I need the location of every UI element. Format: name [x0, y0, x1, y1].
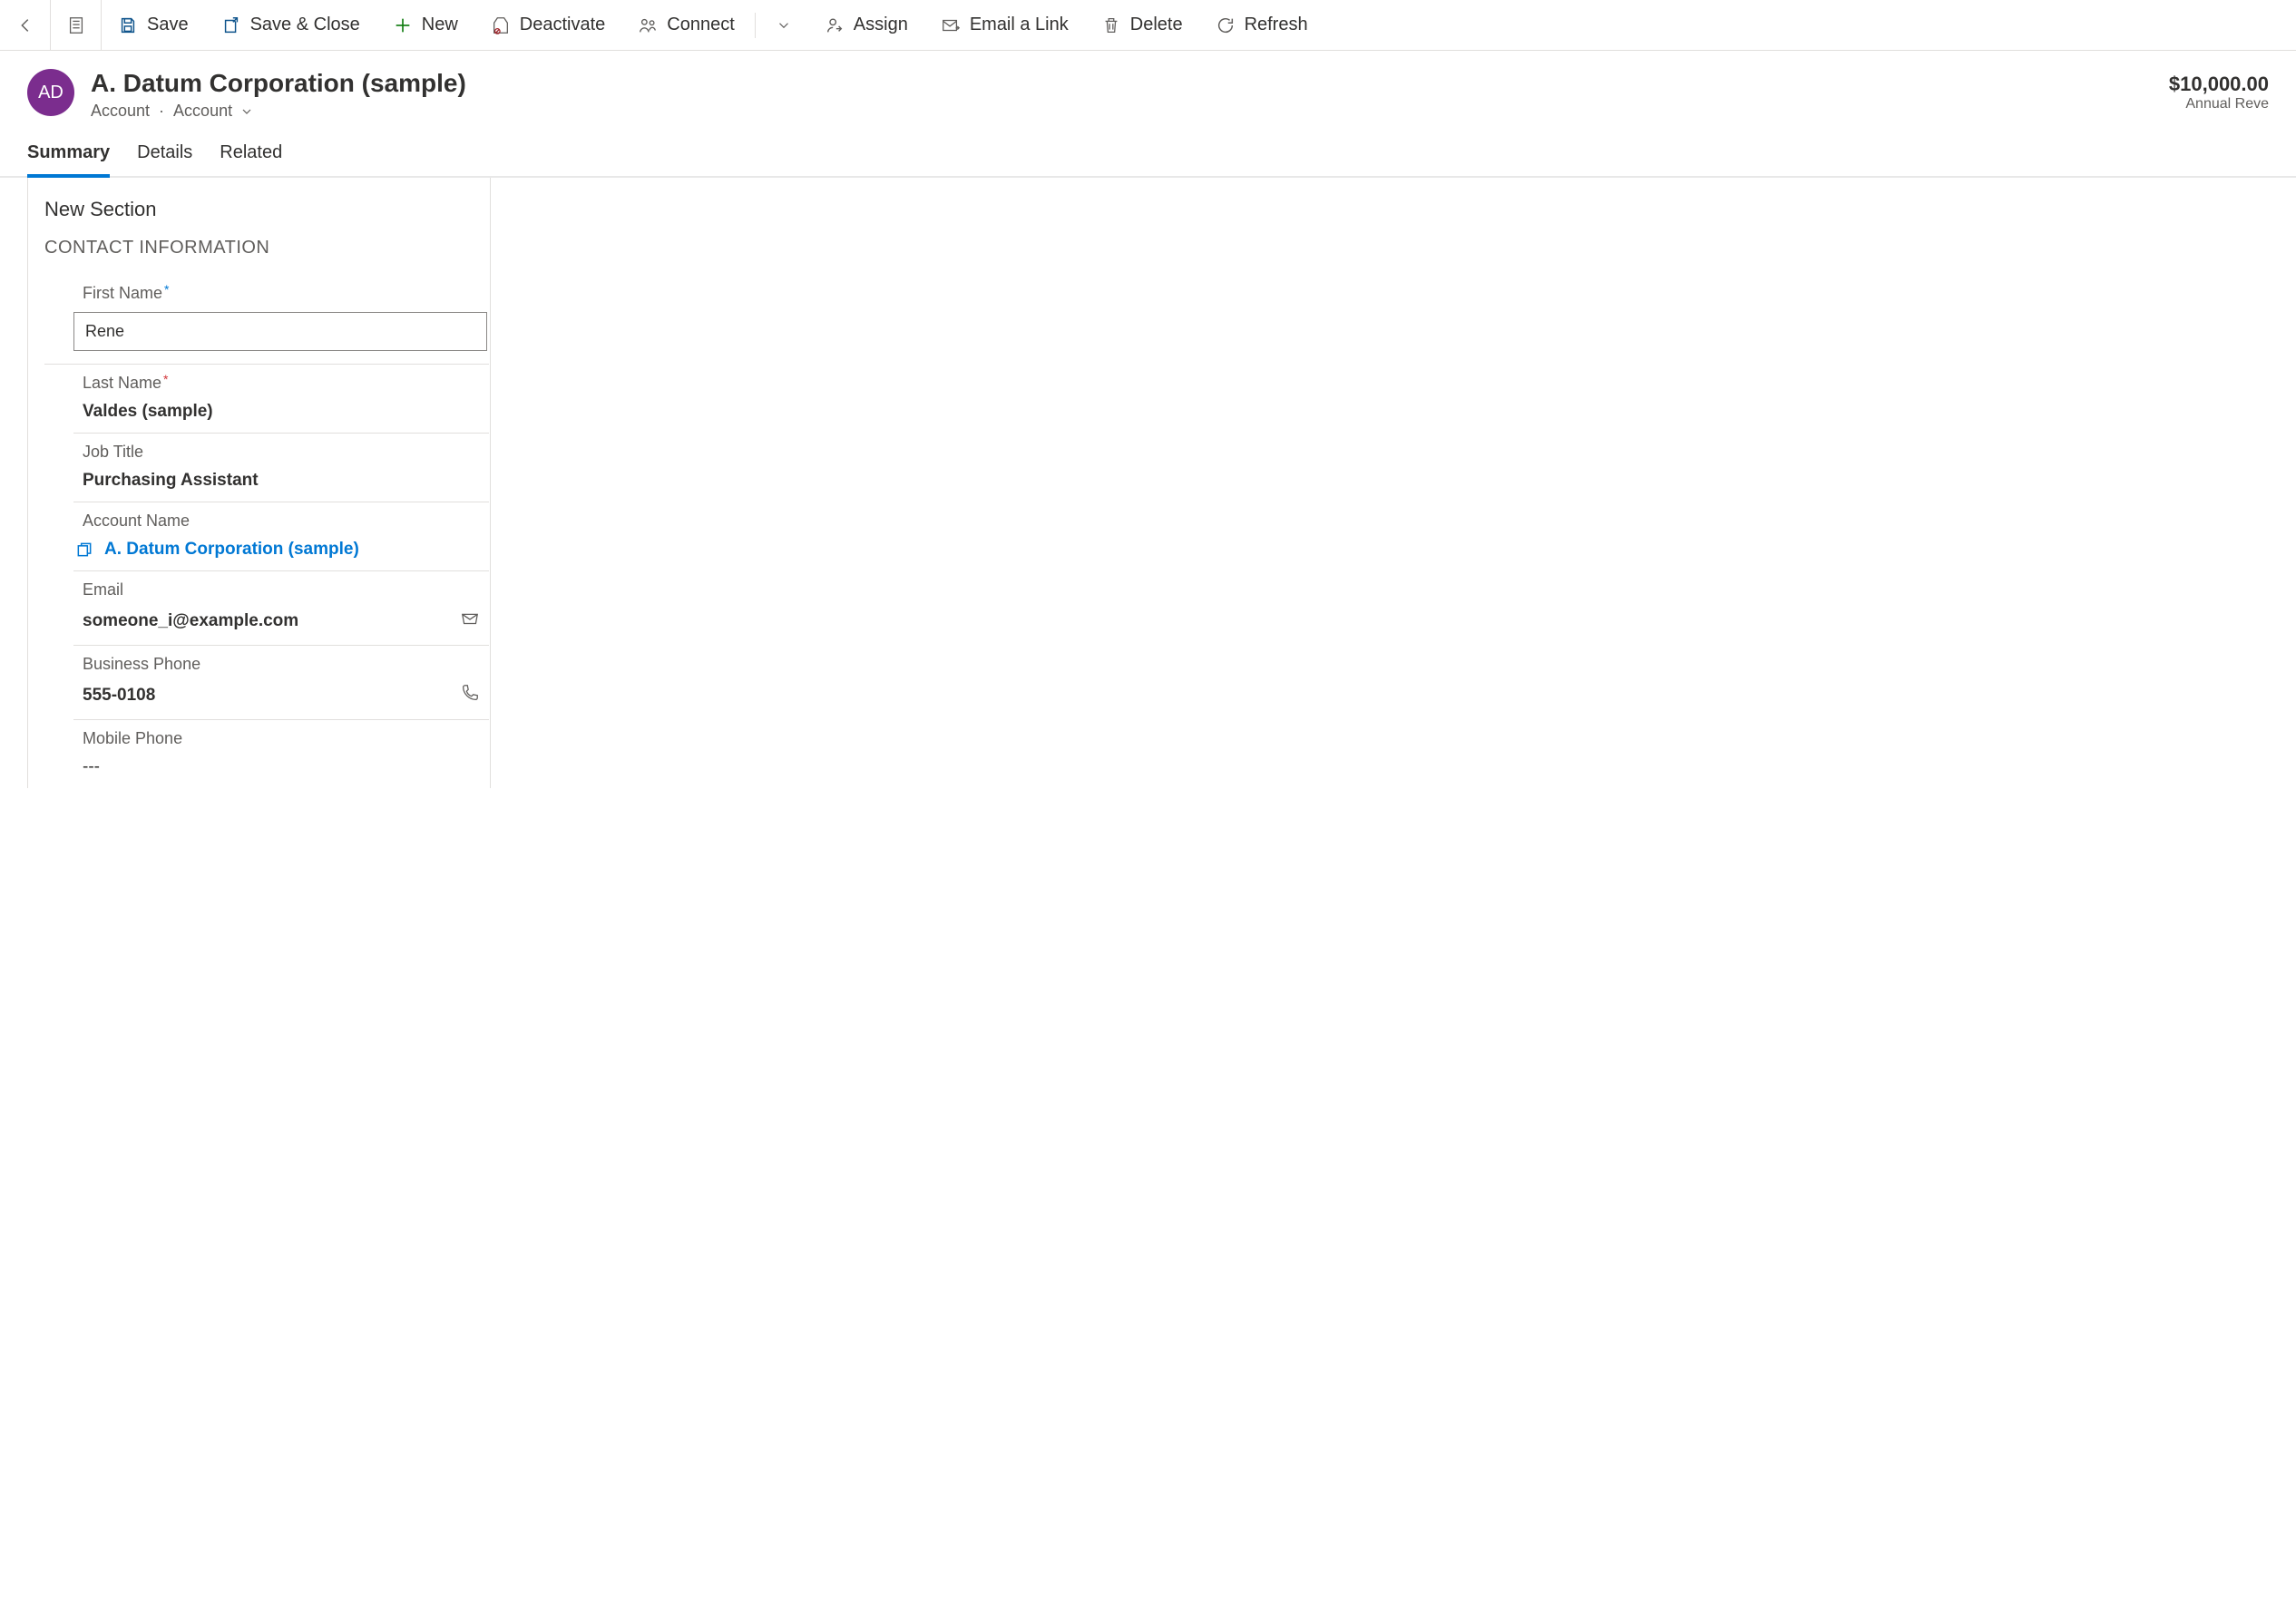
new-button[interactable]: New: [376, 0, 474, 51]
form-selector[interactable]: Account: [173, 102, 254, 121]
save-close-icon: [221, 15, 241, 35]
email-link-label: Email a Link: [970, 15, 1069, 35]
field-job-title[interactable]: Job Title Purchasing Assistant: [73, 434, 489, 502]
last-name-label: Last Name: [83, 374, 161, 393]
metric-value: $10,000.00: [2169, 73, 2269, 96]
deactivate-label: Deactivate: [520, 15, 606, 35]
business-phone-value: 555-0108: [83, 686, 155, 706]
delete-label: Delete: [1130, 15, 1183, 35]
job-title-value: Purchasing Assistant: [83, 471, 259, 491]
new-label: New: [422, 15, 458, 35]
assign-label: Assign: [854, 15, 908, 35]
quick-view-panel: New Section CONTACT INFORMATION First Na…: [28, 178, 491, 788]
delete-button[interactable]: Delete: [1085, 0, 1199, 51]
breadcrumb: Account · Account: [91, 102, 466, 121]
tab-related[interactable]: Related: [220, 142, 282, 176]
email-icon: [941, 15, 961, 35]
required-indicator: *: [163, 372, 168, 386]
account-name-label: Account Name: [83, 512, 190, 531]
save-close-button[interactable]: Save & Close: [205, 0, 376, 51]
mobile-phone-value: ---: [83, 757, 100, 777]
record-header: AD A. Datum Corporation (sample) Account…: [0, 51, 2296, 126]
tab-summary[interactable]: Summary: [27, 142, 110, 176]
job-title-label: Job Title: [83, 443, 143, 462]
save-icon: [118, 15, 138, 35]
connect-dropdown[interactable]: [759, 0, 808, 51]
refresh-label: Refresh: [1245, 15, 1308, 35]
form-icon: [66, 15, 86, 35]
deactivate-icon: [491, 15, 511, 35]
email-value: someone_i@example.com: [83, 611, 298, 631]
first-name-label: First Name: [83, 284, 162, 303]
chevron-down-icon: [776, 17, 792, 34]
recommended-indicator: *: [164, 282, 169, 297]
phone-icon: [460, 683, 480, 703]
field-last-name[interactable]: Last Name * Valdes (sample): [73, 365, 489, 434]
header-titles: A. Datum Corporation (sample) Account · …: [91, 69, 466, 121]
account-icon: [75, 541, 93, 559]
field-email[interactable]: Email someone_i@example.com: [73, 571, 489, 646]
envelope-icon: [460, 609, 480, 629]
last-name-value: Valdes (sample): [83, 402, 213, 422]
account-name-link[interactable]: A. Datum Corporation (sample): [73, 540, 489, 560]
plus-icon: [393, 15, 413, 35]
toolbar-separator: [755, 13, 756, 38]
field-business-phone[interactable]: Business Phone 555-0108: [73, 646, 489, 720]
connect-button[interactable]: Connect: [621, 0, 751, 51]
email-link-button[interactable]: Email a Link: [924, 0, 1085, 51]
business-phone-label: Business Phone: [83, 655, 200, 674]
tabs: Summary Details Related: [0, 126, 2296, 178]
mobile-phone-label: Mobile Phone: [83, 729, 182, 748]
subsection-title: CONTACT INFORMATION: [44, 238, 490, 258]
command-bar: Save Save & Close New Deactivate Connect…: [0, 0, 2296, 51]
deactivate-button[interactable]: Deactivate: [474, 0, 622, 51]
delete-icon: [1101, 15, 1121, 35]
content: New Section CONTACT INFORMATION First Na…: [27, 178, 2296, 788]
save-close-label: Save & Close: [250, 15, 360, 35]
back-arrow-icon: [15, 15, 35, 35]
metric-label: Annual Reve: [2169, 96, 2269, 112]
assign-button[interactable]: Assign: [808, 0, 924, 51]
field-account-name[interactable]: Account Name A. Datum Corporation (sampl…: [73, 502, 489, 571]
assign-icon: [825, 15, 845, 35]
refresh-button[interactable]: Refresh: [1199, 0, 1324, 51]
header-metric: $10,000.00 Annual Reve: [2169, 69, 2269, 112]
field-mobile-phone[interactable]: Mobile Phone ---: [73, 720, 489, 788]
send-email-button[interactable]: [460, 609, 480, 634]
section-title: New Section: [44, 198, 490, 221]
back-button[interactable]: [0, 0, 51, 51]
refresh-icon: [1216, 15, 1236, 35]
email-label: Email: [83, 580, 123, 599]
tab-details[interactable]: Details: [137, 142, 192, 176]
call-phone-button[interactable]: [460, 683, 480, 708]
field-first-name: First Name *: [44, 275, 489, 365]
connect-icon: [638, 15, 658, 35]
save-label: Save: [147, 15, 189, 35]
page-title: A. Datum Corporation (sample): [91, 69, 466, 98]
connect-label: Connect: [667, 15, 735, 35]
first-name-input[interactable]: [73, 312, 487, 351]
entity-name: Account: [91, 102, 150, 121]
form-selector-button[interactable]: [51, 0, 102, 51]
avatar: AD: [27, 69, 74, 116]
save-button[interactable]: Save: [102, 0, 205, 51]
chevron-down-icon: [239, 104, 254, 119]
